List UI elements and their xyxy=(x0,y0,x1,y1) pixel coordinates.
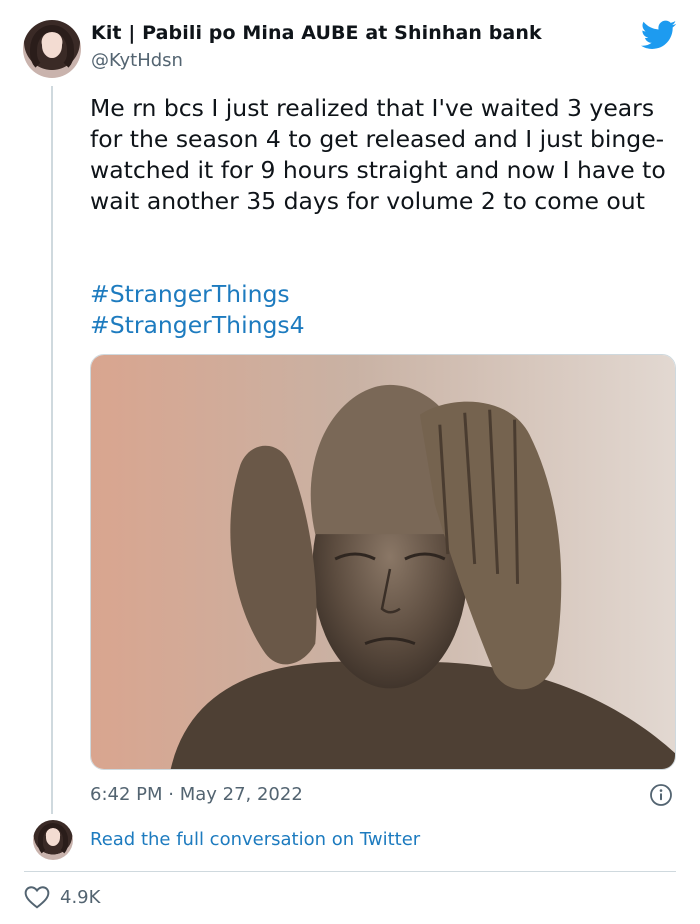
twitter-bird-icon[interactable] xyxy=(641,17,677,53)
author-handle[interactable]: @KytHdsn xyxy=(91,50,183,71)
read-full-conversation-link[interactable]: Read the full conversation on Twitter xyxy=(90,829,420,850)
footer-divider xyxy=(24,871,676,872)
hashtag-link[interactable]: #StrangerThings4 xyxy=(90,310,305,341)
thread-line xyxy=(51,86,53,814)
like-count: 4.9K xyxy=(60,886,101,908)
hashtag-list: #StrangerThings #StrangerThings4 xyxy=(90,279,305,341)
tweet-image[interactable] xyxy=(90,354,676,770)
hashtag-link[interactable]: #StrangerThings xyxy=(90,279,305,310)
author-display-name[interactable]: Kit | Pabili po Mina AUBE at Shinhan ban… xyxy=(91,22,542,44)
author-avatar[interactable] xyxy=(23,20,81,78)
heart-icon[interactable] xyxy=(24,885,50,909)
tweet-timestamp[interactable]: 6:42 PM · May 27, 2022 xyxy=(90,784,303,805)
like-action[interactable]: 4.9K xyxy=(24,885,100,909)
tweet-text: Me rn bcs I just realized that I've wait… xyxy=(90,94,666,215)
info-icon[interactable] xyxy=(649,783,673,807)
reader-avatar xyxy=(33,820,73,860)
statue-image xyxy=(91,355,675,769)
